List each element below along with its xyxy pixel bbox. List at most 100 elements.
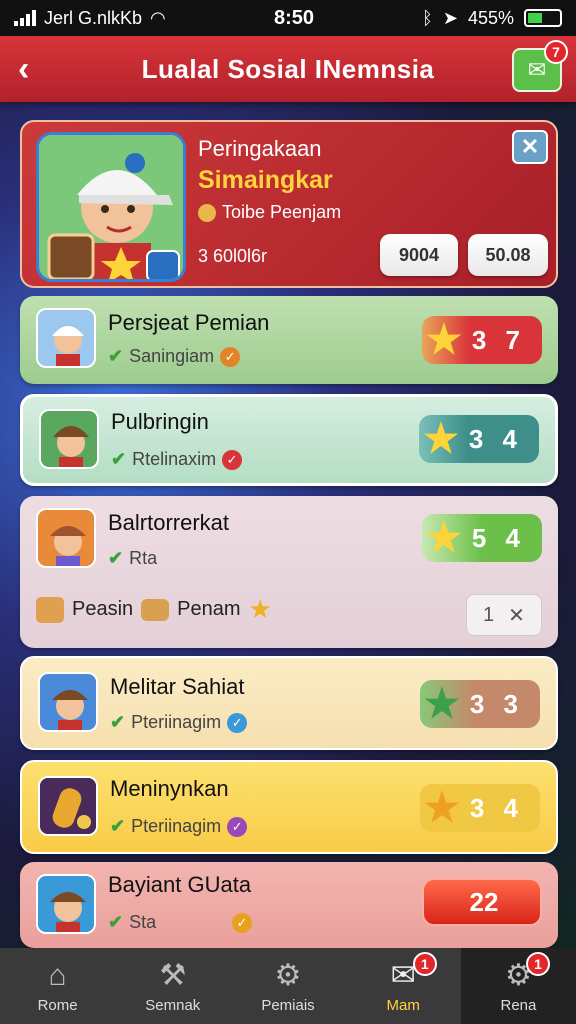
row-sub-text: Saningiam <box>129 346 215 366</box>
row-name: Meninynkan <box>110 776 229 801</box>
list-item[interactable]: Persjeat Pemian ✔ Saningiam ✓ ★ 3 7 <box>20 296 558 384</box>
list-item[interactable]: Pulbringin ✔ Rtelinaxim ✓ ★ 3 4 <box>20 394 558 486</box>
score-value: 3 4 <box>469 792 525 823</box>
score-badge: ★ 3 7 <box>422 316 542 364</box>
nav-item-home[interactable]: ⌂ Rome <box>0 948 115 1024</box>
star-icon: ★ <box>426 318 462 362</box>
nav-label: Rena <box>500 996 537 1014</box>
score-button[interactable]: 22 <box>422 878 542 926</box>
box-icon <box>36 596 64 623</box>
avatar <box>36 508 96 568</box>
verified-icon: ✓ <box>220 346 241 367</box>
star-icon: ★ <box>424 786 460 830</box>
nav-item-mam[interactable]: ✉ Mam 1 <box>346 948 461 1024</box>
row-sub: ✔ Pteriinagim ✓ <box>110 816 248 837</box>
verified-icon: ✓ <box>232 912 253 933</box>
row-sub-text: Pteriinagim <box>131 816 222 836</box>
row-sub: ✔ Rtelinaxim ✓ <box>111 449 243 470</box>
avatar <box>38 672 98 732</box>
hero-line3-text: Toibe Peenjam <box>222 202 342 222</box>
score-badge: ★ 3 4 <box>420 784 540 832</box>
nav-item-semnak[interactable]: ⚒ Semnak <box>115 948 230 1024</box>
row-name: Balrtorrerkat <box>108 510 230 535</box>
row-sub: ✔ Rta <box>108 548 157 569</box>
extra-label-2: Penam <box>177 598 241 620</box>
score-value: 22 <box>469 886 499 917</box>
item-icon <box>38 776 98 836</box>
chevron-left-icon: ‹ <box>18 50 30 88</box>
row-name: Persjeat Pemian <box>108 310 270 335</box>
score-value: 3 7 <box>471 324 527 355</box>
avatar <box>36 308 96 368</box>
check-icon: ✔ <box>108 912 124 932</box>
verified-icon: ✓ <box>222 449 243 470</box>
check-icon: ✔ <box>110 712 126 732</box>
bluetooth-icon: ᛒ <box>422 7 433 28</box>
score-value: 3 3 <box>469 688 525 719</box>
status-time: 8:50 <box>274 6 315 29</box>
nav-label: Mam <box>386 996 420 1014</box>
carrier-name: Jerl G.nlkKb <box>44 7 143 28</box>
nav-badge: 1 <box>526 952 551 976</box>
nav-label: Rome <box>37 996 78 1014</box>
verified-icon: ✓ <box>227 816 248 837</box>
score-badge: ★ 3 3 <box>420 680 540 728</box>
star-icon: ★ <box>424 682 460 726</box>
score-value: 3 4 <box>468 423 524 454</box>
status-left: Jerl G.nlkKb ◠ <box>14 8 244 29</box>
tools-icon: ⚒ <box>159 958 187 992</box>
hero-line3: Toibe Peenjam <box>198 202 341 223</box>
gears-icon: ⚙ <box>274 958 302 992</box>
player-avatar <box>36 132 186 282</box>
status-bar: Jerl G.nlkKb ◠ 8:50 ᛒ ➤ 455% <box>0 0 576 36</box>
score-badge: ★ 5 4 <box>422 514 542 562</box>
row-sub: ✔ Sta ✓ <box>108 912 253 933</box>
page-title: Lualal Sosial INemnsia <box>141 53 435 84</box>
extra-label-1: Peasin <box>72 598 134 620</box>
count-value: 1 <box>483 603 495 626</box>
list-item[interactable]: Melitar Sahiat ✔ Pteriinagim ✓ ★ 3 3 <box>20 656 558 750</box>
nav-label: Pemiais <box>261 996 315 1014</box>
hero-line2: Simaingkar <box>198 166 333 194</box>
row-name: Bayiant GUata <box>108 872 252 897</box>
score-value: 5 4 <box>471 522 527 553</box>
hero-line4: 3 60l0l6r <box>198 246 268 266</box>
hero-button-2[interactable]: 50.08 <box>468 234 548 276</box>
check-icon: ✔ <box>111 449 127 469</box>
star-icon: ★ <box>248 594 272 624</box>
nav-item-rena[interactable]: ⚙ Rena 1 <box>460 948 576 1024</box>
close-icon: ✕ <box>520 134 540 159</box>
check-icon: ✔ <box>110 816 126 836</box>
list-item[interactable]: Balrtorrerkat ✔ Rta ★ 5 4 Peasin Penam ★… <box>20 496 558 648</box>
close-icon: ✕ <box>508 604 525 627</box>
hero-line1: Peringakaan <box>198 136 322 161</box>
home-icon: ⌂ <box>48 958 67 992</box>
nav-item-pemiais[interactable]: ⚙ Pemiais <box>230 948 345 1024</box>
wifi-icon: ◠ <box>150 7 166 28</box>
count-button[interactable]: 1 ✕ <box>466 594 542 636</box>
sandwich-icon <box>141 598 170 621</box>
mail-check-icon: ✉ <box>527 57 547 82</box>
extra-bar: Peasin Penam ★ <box>36 594 272 625</box>
row-sub: ✔ Pteriinagim ✓ <box>110 712 248 733</box>
coin-icon <box>198 203 216 222</box>
row-sub: ✔ Saningiam ✓ <box>108 346 241 367</box>
row-name: Melitar Sahiat <box>110 674 245 699</box>
inbox-button[interactable]: ✉ 7 <box>512 40 568 92</box>
row-name: Pulbringin <box>111 409 209 434</box>
avatar <box>39 409 99 469</box>
app-header: ‹ Lualal Sosial INemnsia ✉ 7 <box>0 36 576 102</box>
hero-button-1[interactable]: 9004 <box>380 234 458 276</box>
back-button[interactable]: ‹ <box>18 50 29 89</box>
close-button[interactable]: ✕ <box>512 130 548 164</box>
battery-percent: 455% <box>467 7 514 28</box>
row-sub-text: Rta <box>129 548 158 568</box>
list-item[interactable]: Bayiant GUata ✔ Sta ✓ 22 <box>20 862 558 948</box>
check-icon: ✔ <box>108 346 124 366</box>
row-sub-text: Pteriinagim <box>131 712 222 732</box>
list-item[interactable]: Meninynkan ✔ Pteriinagim ✓ ★ 3 4 <box>20 760 558 854</box>
score-badge: ★ 3 4 <box>419 415 539 463</box>
location-icon: ➤ <box>442 7 458 28</box>
hero-card: Peringakaan Simaingkar Toibe Peenjam 3 6… <box>20 120 558 288</box>
inbox-badge: 7 <box>544 40 568 64</box>
